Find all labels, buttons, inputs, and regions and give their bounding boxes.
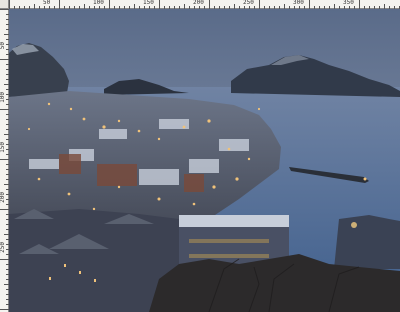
ruler-label: 250 [0, 242, 6, 253]
ruler-label: 50 [0, 42, 6, 50]
ruler-origin[interactable] [0, 0, 9, 9]
ruler-label: 350 [343, 0, 354, 6]
harbor-light [351, 222, 357, 228]
harbor-buildings [334, 215, 400, 269]
image-editor: 50 100 150 200 250 300 350 50 100 150 20… [0, 0, 400, 312]
large-building-roof [179, 215, 289, 227]
ruler-label: 300 [293, 0, 304, 6]
image-canvas[interactable] [9, 9, 400, 312]
ruler-label: 100 [93, 0, 104, 6]
horizontal-ruler-ticks [9, 0, 400, 9]
foreground-houses [9, 209, 179, 312]
ruler-label: 150 [143, 0, 154, 6]
ruler-label: 250 [243, 0, 254, 6]
pier-light [363, 177, 367, 181]
ruler-label: 150 [0, 142, 6, 153]
vertical-ruler[interactable]: 50 100 150 200 250 [0, 9, 9, 312]
city-photo [9, 9, 400, 312]
ruler-label: 50 [43, 0, 51, 6]
vertical-ruler-ticks [0, 9, 9, 310]
ruler-label: 100 [0, 92, 6, 103]
ruler-label: 200 [193, 0, 204, 6]
horizontal-ruler[interactable]: 50 100 150 200 250 300 350 [9, 0, 400, 9]
ruler-label: 200 [0, 192, 6, 203]
